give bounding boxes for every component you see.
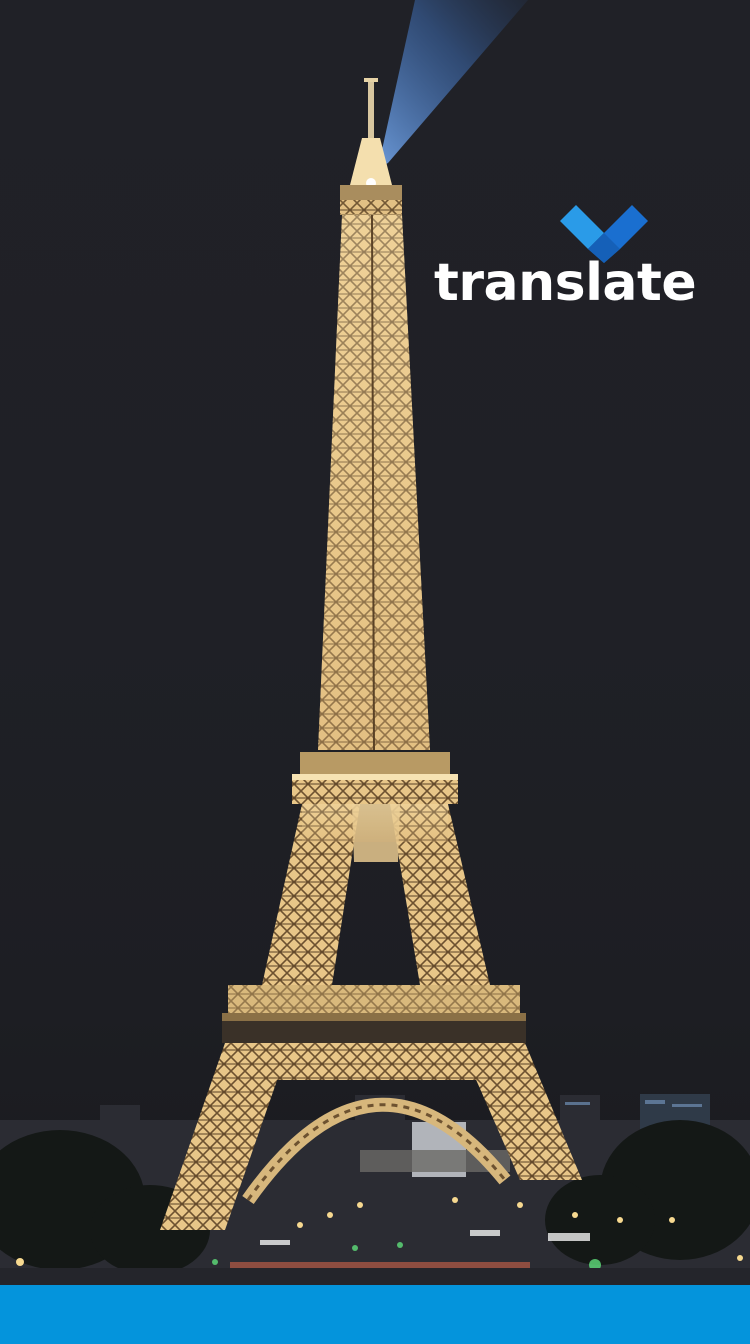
background-photo <box>0 0 750 1285</box>
brand-name: translate <box>434 253 697 313</box>
translate-logo: translate <box>432 205 697 313</box>
splash-screen: translate <box>0 0 750 1344</box>
bottom-bar <box>0 1285 750 1344</box>
searchlight-beam <box>378 0 528 168</box>
